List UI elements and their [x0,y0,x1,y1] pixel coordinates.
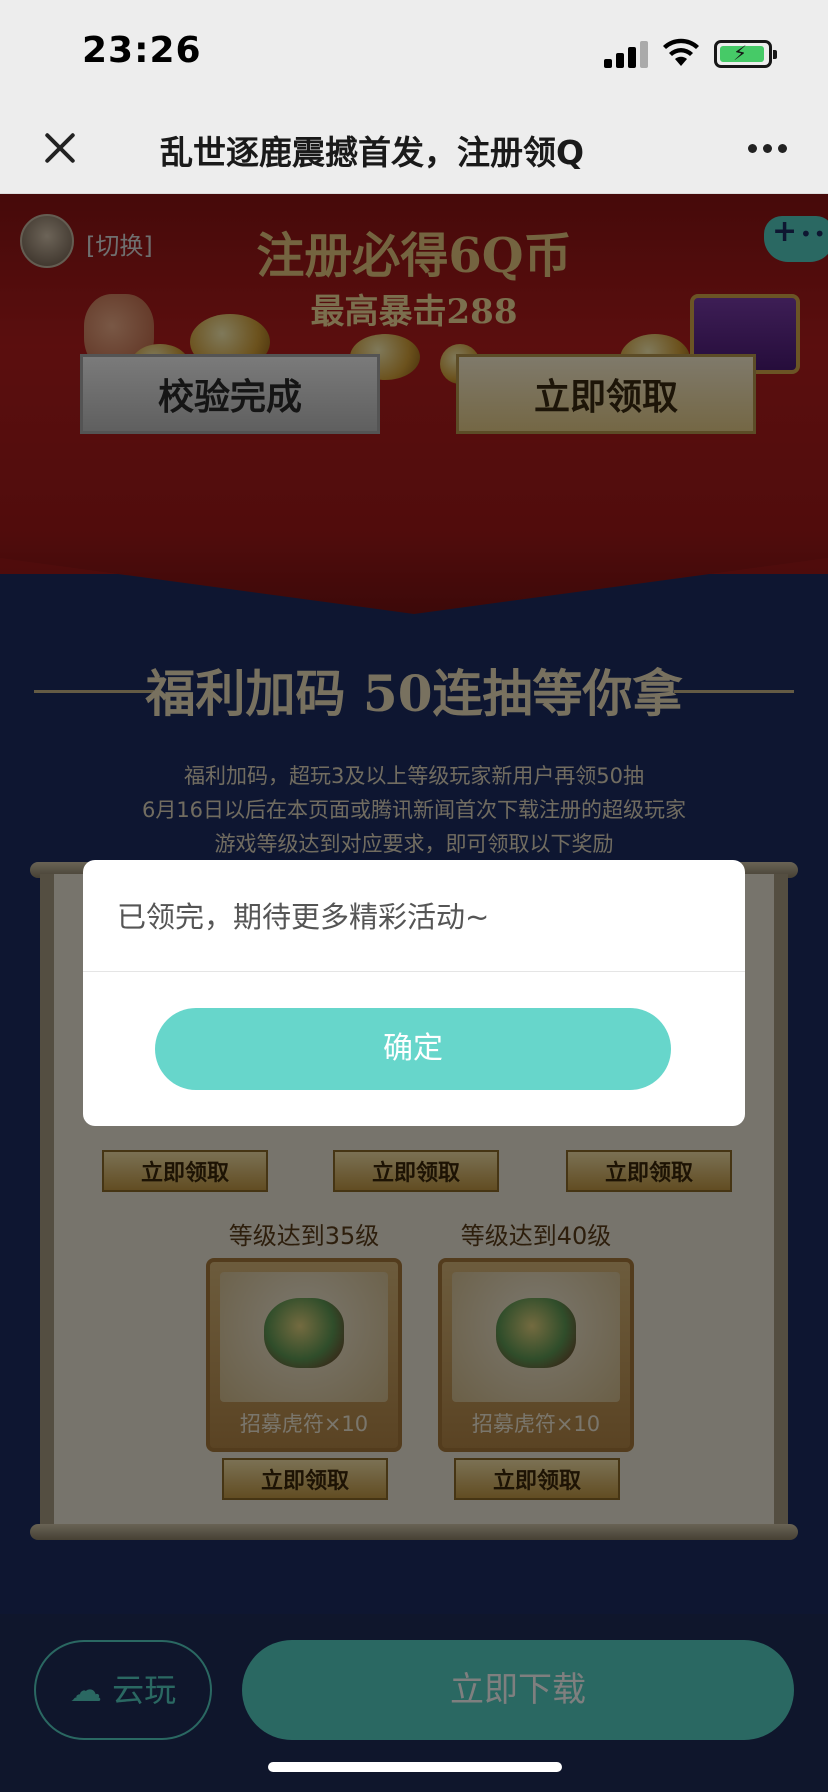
status-time: 23:26 [82,30,202,71]
dialog-message: 已领完，期待更多精彩活动~ [117,900,490,934]
battery-charging-icon: ⚡ [714,40,777,68]
home-indicator [268,1762,562,1772]
confirm-button[interactable]: 确定 [155,1008,671,1090]
more-icon[interactable] [748,142,788,154]
cellular-signal-icon [604,40,648,68]
status-bar: 23:26 ⚡ [0,0,828,108]
nav-bar: 乱世逐鹿震撼首发，注册领Q [0,108,828,194]
divider [83,971,745,972]
wifi-icon [662,36,700,68]
alert-dialog: 已领完，期待更多精彩活动~ 确定 [83,860,745,1126]
title-fade [610,126,664,172]
close-icon[interactable] [40,128,80,168]
page-title: 乱世逐鹿震撼首发，注册领Q [160,133,585,172]
